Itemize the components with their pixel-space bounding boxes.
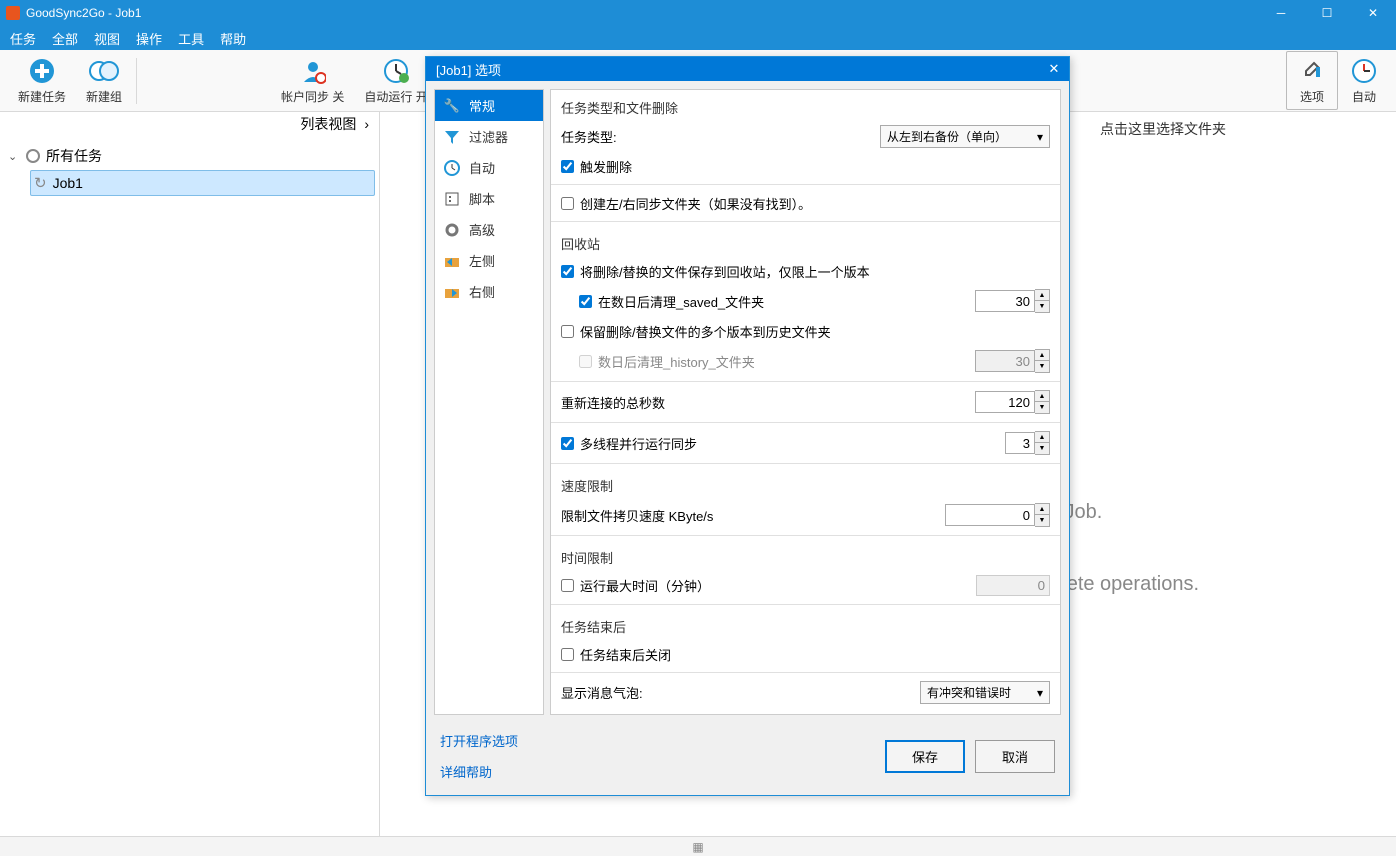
speed-spinner[interactable]: ▲▼ — [945, 503, 1050, 527]
dialog-content: 任务类型和文件删除 任务类型: 从左到右备份（单向）▾ 触发删除 创建左/右同步… — [550, 89, 1061, 715]
close-after-checkbox[interactable]: 任务结束后关闭 — [561, 645, 671, 664]
window-title: GoodSync2Go - Job1 — [26, 6, 141, 20]
save-replaced-checkbox[interactable]: 将删除/替换的文件保存到回收站，仅限上一个版本 — [561, 262, 870, 281]
nav-left[interactable]: 左侧 — [435, 245, 543, 276]
max-time-input — [976, 575, 1050, 596]
save-button[interactable]: 保存 — [885, 740, 965, 773]
user-icon — [298, 56, 328, 86]
clock2-icon — [1349, 56, 1379, 86]
new-group-button[interactable]: 新建组 — [76, 54, 132, 107]
menu-action[interactable]: 操作 — [136, 29, 162, 48]
nav-filter[interactable]: 过滤器 — [435, 121, 543, 152]
nav-auto[interactable]: 自动 — [435, 152, 543, 183]
open-program-options-link[interactable]: 打开程序选项 — [440, 731, 518, 750]
nav-script[interactable]: 脚本 — [435, 183, 543, 214]
jobtype-select[interactable]: 从左到右备份（单向）▾ — [880, 125, 1050, 148]
dialog-nav: 🔧常规 过滤器 自动 脚本 高级 左侧 右侧 — [434, 89, 544, 715]
folder-left-icon — [443, 252, 461, 270]
reconnect-label: 重新连接的总秒数 — [561, 393, 665, 412]
list-view-toggle[interactable]: 列表视图 › — [0, 112, 379, 136]
section-recycle: 回收站 — [551, 226, 1060, 257]
maximize-button[interactable]: ☐ — [1304, 0, 1350, 26]
refresh-icon: ↻ — [34, 174, 47, 192]
help-link[interactable]: 详细帮助 — [440, 762, 518, 781]
section-after: 任务结束后 — [551, 609, 1060, 640]
create-sync-folder-checkbox[interactable]: 创建左/右同步文件夹（如果没有找到）。 — [561, 194, 811, 213]
nav-general[interactable]: 🔧常规 — [435, 90, 543, 121]
statusbar: ▦ — [0, 836, 1396, 856]
nav-advanced[interactable]: 高级 — [435, 214, 543, 245]
section-time: 时间限制 — [551, 540, 1060, 571]
account-sync-button[interactable]: 帐户同步 关 — [271, 54, 354, 107]
menu-all[interactable]: 全部 — [52, 29, 78, 48]
jobtype-label: 任务类型: — [561, 127, 617, 146]
keep-history-checkbox[interactable]: 保留删除/替换文件的多个版本到历史文件夹 — [561, 322, 831, 341]
gear-icon — [443, 221, 461, 239]
close-button[interactable]: ✕ — [1350, 0, 1396, 26]
window-titlebar: GoodSync2Go - Job1 ─ ☐ ✕ — [0, 0, 1396, 26]
new-group-icon — [89, 56, 119, 86]
section-jobtype: 任务类型和文件删除 — [551, 90, 1060, 121]
chevron-down-icon: ▾ — [1037, 686, 1043, 700]
plus-circle-icon — [27, 56, 57, 86]
menu-tasks[interactable]: 任务 — [10, 29, 36, 48]
menu-tools[interactable]: 工具 — [178, 29, 204, 48]
folder-hint[interactable]: 点击这里选择文件夹 — [1100, 119, 1226, 139]
section-speed: 速度限制 — [551, 468, 1060, 499]
max-time-checkbox[interactable]: 运行最大时间（分钟） — [561, 576, 710, 595]
clock-icon — [381, 56, 411, 86]
tree-root[interactable]: ⌄ 所有任务 — [4, 142, 375, 170]
chevron-down-icon: ▾ — [1037, 130, 1043, 144]
trigger-delete-checkbox[interactable]: 触发删除 — [561, 157, 632, 176]
menu-help[interactable]: 帮助 — [220, 29, 246, 48]
app-icon — [6, 6, 20, 20]
reconnect-spinner[interactable]: ▲▼ — [975, 390, 1050, 414]
tree-job1[interactable]: ↻ Job1 — [30, 170, 375, 196]
clock-icon — [443, 159, 461, 177]
sidebar: 列表视图 › ⌄ 所有任务 ↻ Job1 — [0, 112, 380, 836]
auto-button[interactable]: 自动 — [1338, 53, 1390, 108]
menubar: 任务 全部 视图 操作 工具 帮助 — [0, 26, 1396, 50]
balloon-select[interactable]: 有冲突和错误时▾ — [920, 681, 1050, 704]
script-icon — [443, 190, 461, 208]
wrench-icon: 🔧 — [443, 97, 461, 115]
minimize-button[interactable]: ─ — [1258, 0, 1304, 26]
speed-label: 限制文件拷贝速度 KByte/s — [561, 506, 713, 525]
balloon-label: 显示消息气泡: — [561, 683, 643, 702]
circle-icon — [26, 149, 40, 163]
clean-history-spinner: ▲▼ — [975, 349, 1050, 373]
folder-right-icon — [443, 283, 461, 301]
dialog-close-button[interactable]: ✕ — [1039, 61, 1069, 77]
nav-right[interactable]: 右侧 — [435, 276, 543, 307]
parallel-spinner[interactable]: ▲▼ — [1005, 431, 1050, 455]
parallel-checkbox[interactable]: 多线程并行运行同步 — [561, 434, 697, 453]
chevron-down-icon: ⌄ — [8, 150, 20, 163]
cancel-button[interactable]: 取消 — [975, 740, 1055, 773]
new-job-button[interactable]: 新建任务 — [8, 54, 76, 107]
options-button[interactable]: 选项 — [1286, 51, 1338, 110]
menu-view[interactable]: 视图 — [94, 29, 120, 48]
clean-saved-checkbox[interactable]: 在数日后清理_saved_文件夹 — [579, 292, 764, 311]
options-dialog: [Job1] 选项 ✕ 🔧常规 过滤器 自动 脚本 高级 左侧 右侧 任务类型和… — [425, 56, 1070, 796]
funnel-icon — [443, 128, 461, 146]
wrench-icon — [1297, 56, 1327, 86]
chevron-right-icon: › — [364, 116, 369, 132]
clean-saved-spinner[interactable]: ▲▼ — [975, 289, 1050, 313]
layout-icon[interactable]: ▦ — [692, 840, 703, 854]
clean-history-checkbox[interactable]: 数日后清理_history_文件夹 — [579, 352, 755, 371]
dialog-titlebar: [Job1] 选项 ✕ — [426, 57, 1069, 81]
